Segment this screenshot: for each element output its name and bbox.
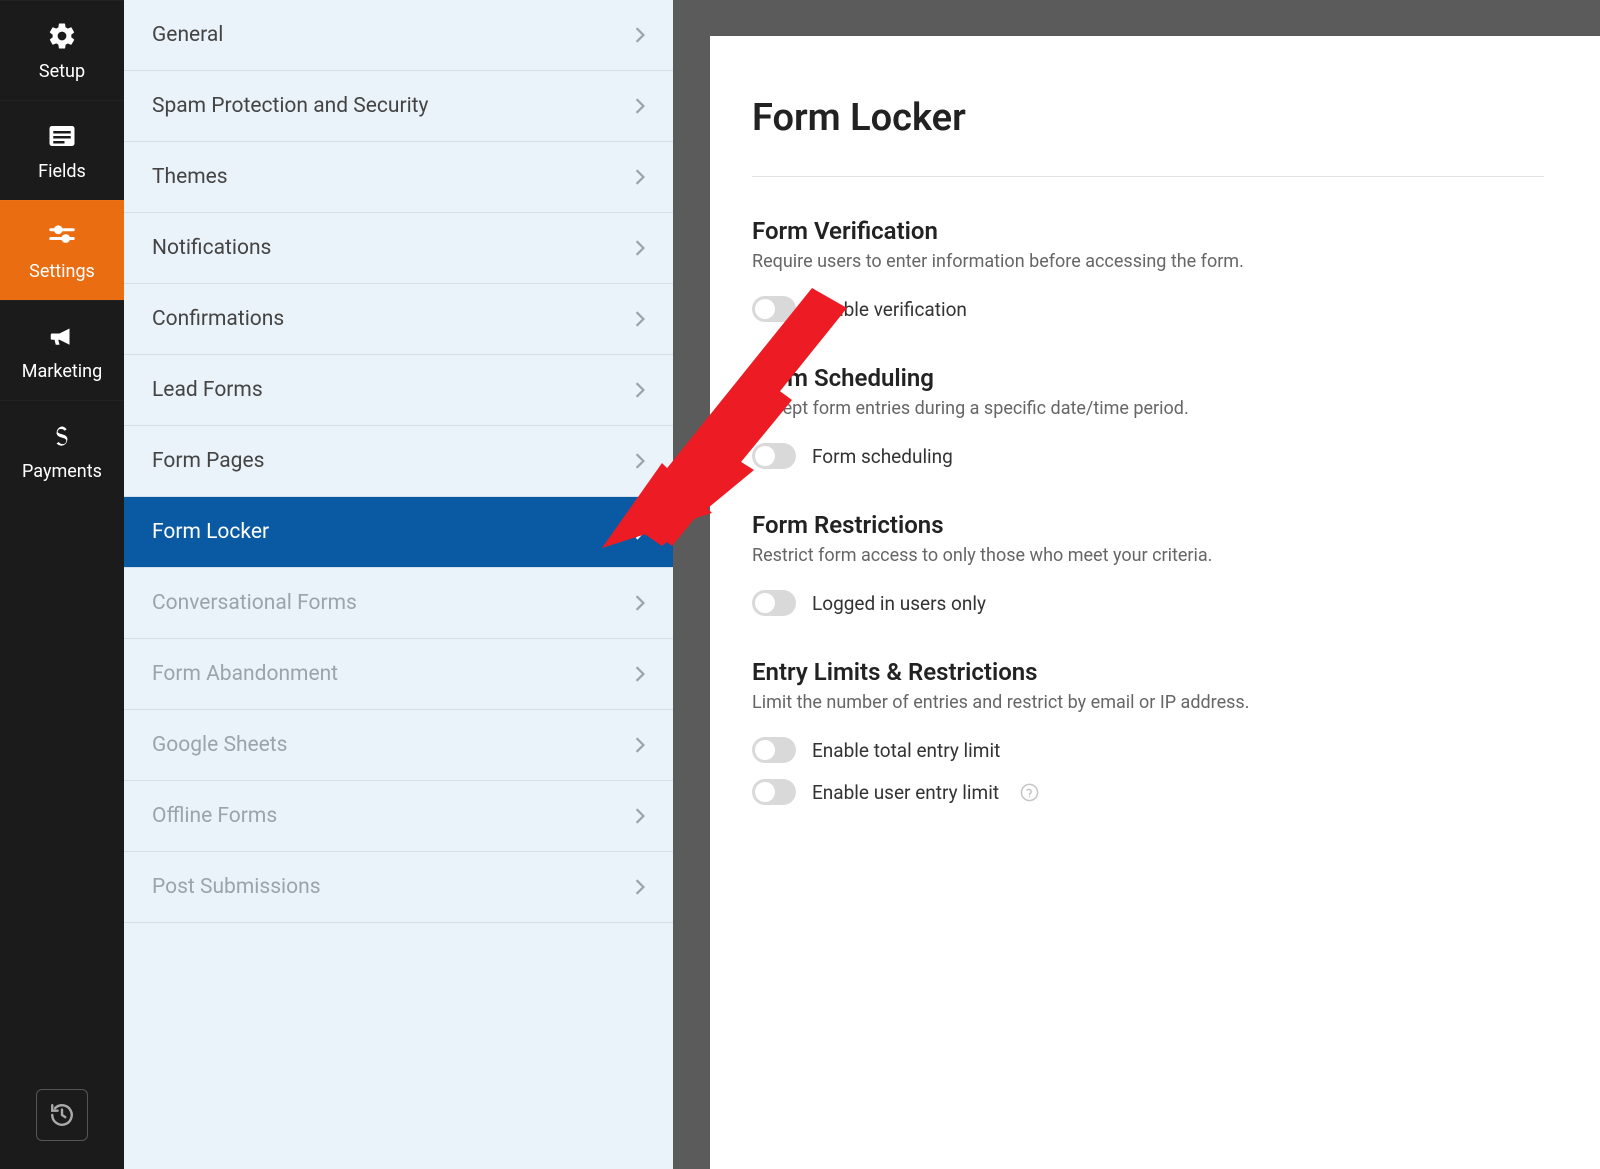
submenu-item-label: Spam Protection and Security: [152, 94, 428, 118]
submenu-item-label: Post Submissions: [152, 875, 321, 899]
toggle-total-entry-limit[interactable]: [752, 737, 796, 763]
toggle-label: Enable verification: [812, 298, 967, 321]
chevron-right-icon: [635, 98, 645, 114]
submenu-item-label: General: [152, 23, 223, 47]
nav-item-label: Fields: [38, 161, 86, 182]
section-heading: Form Verification: [752, 217, 1544, 245]
builder-nav-rail: Setup Fields Settings Marketing Payments: [0, 0, 124, 1169]
section-form-restrictions: Form Restrictions Restrict form access t…: [752, 511, 1544, 616]
panel-title: Form Locker: [752, 96, 1544, 140]
revisions-button[interactable]: [36, 1089, 88, 1141]
form-list-icon: [45, 119, 79, 153]
panel-wrap: Form Locker Form Verification Require us…: [710, 0, 1600, 1169]
chevron-right-icon: [635, 453, 645, 469]
nav-item-marketing[interactable]: Marketing: [0, 300, 124, 400]
bullhorn-icon: [45, 319, 79, 353]
gear-icon: [45, 19, 79, 53]
toggle-row-total-entry-limit: Enable total entry limit: [752, 737, 1544, 763]
nav-item-settings[interactable]: Settings: [0, 200, 124, 300]
section-heading: Form Scheduling: [752, 364, 1544, 392]
submenu-item-offline-forms[interactable]: Offline Forms: [124, 781, 673, 852]
submenu-item-label: Themes: [152, 165, 228, 189]
toggle-row-logged-in-users: Logged in users only: [752, 590, 1544, 616]
toggle-row-enable-verification: Enable verification: [752, 296, 1544, 322]
chevron-right-icon: [635, 524, 645, 540]
submenu-item-form-pages[interactable]: Form Pages: [124, 426, 673, 497]
submenu-item-notifications[interactable]: Notifications: [124, 213, 673, 284]
nav-item-label: Payments: [22, 461, 102, 482]
submenu-item-label: Confirmations: [152, 307, 284, 331]
submenu-item-label: Form Abandonment: [152, 662, 338, 686]
toggle-enable-verification[interactable]: [752, 296, 796, 322]
chevron-right-icon: [635, 666, 645, 682]
section-desc: Limit the number of entries and restrict…: [752, 692, 1544, 713]
nav-item-fields[interactable]: Fields: [0, 100, 124, 200]
submenu-item-label: Google Sheets: [152, 733, 288, 757]
submenu-item-spam-protection[interactable]: Spam Protection and Security: [124, 71, 673, 142]
history-icon: [49, 1102, 75, 1128]
submenu-item-form-abandonment[interactable]: Form Abandonment: [124, 639, 673, 710]
section-form-scheduling: Form Scheduling Accept form entries duri…: [752, 364, 1544, 469]
submenu-item-google-sheets[interactable]: Google Sheets: [124, 710, 673, 781]
section-heading: Entry Limits & Restrictions: [752, 658, 1544, 686]
toggle-label: Logged in users only: [812, 592, 986, 615]
nav-item-label: Setup: [39, 61, 85, 82]
toggle-label: Form scheduling: [812, 445, 953, 468]
toggle-form-scheduling[interactable]: [752, 443, 796, 469]
chevron-right-icon: [635, 311, 645, 327]
toggle-user-entry-limit[interactable]: [752, 779, 796, 805]
settings-submenu: General Spam Protection and Security The…: [124, 0, 673, 1169]
section-heading: Form Restrictions: [752, 511, 1544, 539]
submenu-item-label: Lead Forms: [152, 378, 263, 402]
chevron-right-icon: [635, 879, 645, 895]
section-desc: Accept form entries during a specific da…: [752, 398, 1544, 419]
submenu-item-general[interactable]: General: [124, 0, 673, 71]
help-icon[interactable]: [1019, 782, 1039, 802]
submenu-item-label: Form Pages: [152, 449, 264, 473]
toggle-row-user-entry-limit: Enable user entry limit: [752, 779, 1544, 805]
toggle-row-form-scheduling: Form scheduling: [752, 443, 1544, 469]
submenu-item-lead-forms[interactable]: Lead Forms: [124, 355, 673, 426]
sliders-icon: [45, 219, 79, 253]
nav-item-label: Marketing: [22, 361, 102, 382]
submenu-item-confirmations[interactable]: Confirmations: [124, 284, 673, 355]
toggle-label: Enable total entry limit: [812, 739, 1000, 762]
submenu-item-label: Notifications: [152, 236, 271, 260]
submenu-item-form-locker[interactable]: Form Locker: [124, 497, 673, 568]
chevron-right-icon: [635, 169, 645, 185]
section-desc: Restrict form access to only those who m…: [752, 545, 1544, 566]
chevron-right-icon: [635, 27, 645, 43]
nav-item-label: Settings: [29, 261, 95, 282]
dollar-icon: [45, 419, 79, 453]
chevron-right-icon: [635, 595, 645, 611]
chevron-right-icon: [635, 808, 645, 824]
submenu-item-themes[interactable]: Themes: [124, 142, 673, 213]
chevron-right-icon: [635, 382, 645, 398]
form-locker-panel: Form Locker Form Verification Require us…: [710, 36, 1600, 1169]
nav-item-setup[interactable]: Setup: [0, 0, 124, 100]
toggle-label: Enable user entry limit: [812, 781, 999, 804]
section-form-verification: Form Verification Require users to enter…: [752, 217, 1544, 322]
chevron-right-icon: [635, 240, 645, 256]
submenu-item-post-submissions[interactable]: Post Submissions: [124, 852, 673, 923]
submenu-item-conversational-forms[interactable]: Conversational Forms: [124, 568, 673, 639]
toggle-logged-in-users[interactable]: [752, 590, 796, 616]
section-desc: Require users to enter information befor…: [752, 251, 1544, 272]
submenu-item-label: Conversational Forms: [152, 591, 357, 615]
chevron-right-icon: [635, 737, 645, 753]
submenu-item-label: Offline Forms: [152, 804, 277, 828]
panel-divider: [752, 176, 1544, 177]
section-entry-limits: Entry Limits & Restrictions Limit the nu…: [752, 658, 1544, 805]
submenu-item-label: Form Locker: [152, 520, 269, 544]
nav-item-payments[interactable]: Payments: [0, 400, 124, 500]
